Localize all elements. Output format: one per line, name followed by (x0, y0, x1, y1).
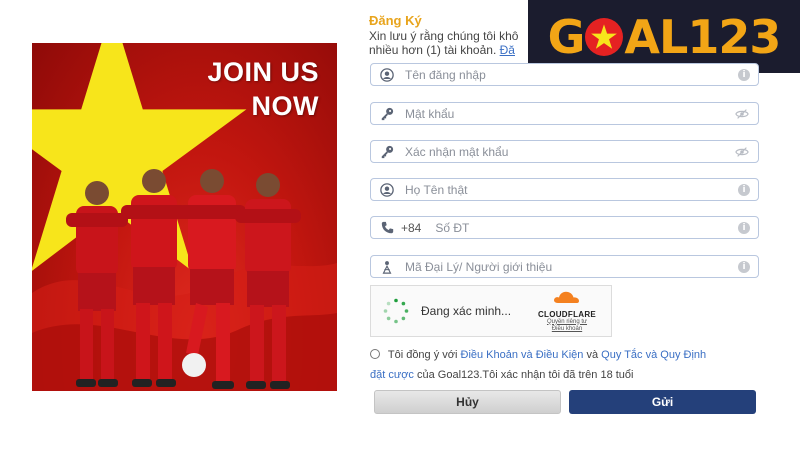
terms-agreement: Tôi đồng ý với Điều Khoản và Điều Kiện v… (370, 345, 720, 385)
logo-text: G AL123 (547, 9, 782, 64)
logo-letter-g: G (547, 9, 586, 64)
register-note-text: nhiều hơn (1) tài khoản. (369, 43, 497, 57)
join-line-1: JOIN US (207, 57, 319, 87)
user-icon (379, 67, 395, 83)
register-note-link[interactable]: Đă (500, 43, 515, 57)
agree-radio[interactable] (370, 349, 380, 359)
cancel-button[interactable]: Hủy (374, 390, 561, 414)
terms-conditions-link[interactable]: Điều Khoản và Điều Kiện (461, 349, 584, 361)
confirm-password-field[interactable]: Xác nhận mật khẩu (370, 140, 759, 163)
cloudflare-brand-text: CLOUDFLARE (537, 309, 597, 319)
agree-and: và (586, 349, 599, 361)
user-icon (379, 182, 395, 198)
referral-icon (379, 259, 395, 275)
promo-banner: JOIN US NOW (32, 43, 337, 391)
info-icon[interactable]: i (738, 260, 750, 273)
logo-star-ball-icon (585, 17, 624, 56)
join-line-2: NOW (251, 91, 319, 121)
register-note-line-1: Xin lưu ý rằng chúng tôi khô (369, 29, 519, 43)
info-icon[interactable]: i (738, 68, 750, 81)
agree-prefix: Tôi đồng ý với (387, 349, 458, 361)
phone-placeholder: Số ĐT (435, 220, 470, 235)
captcha-status: Đang xác minh... (421, 304, 512, 318)
agree-suffix: của Goal123.Tôi xác nhận tôi đã trên 18 … (417, 369, 634, 381)
fullname-placeholder: Họ Tên thật (405, 182, 468, 197)
referral-field[interactable]: Mã Đại Lý/ Người giới thiệu i (370, 255, 759, 278)
cloudflare-branding: CLOUDFLARE Quyền riêng tư Điều khoản (529, 290, 611, 333)
eye-off-icon[interactable] (734, 106, 750, 122)
password-field[interactable]: Mật khẩu (370, 102, 759, 125)
logo-letters-al123: AL123 (624, 9, 781, 64)
key-icon (379, 106, 395, 122)
captcha-privacy-link[interactable]: Quyền riêng tư (529, 319, 605, 326)
spinner-icon (383, 298, 409, 324)
register-title: Đăng Ký (369, 13, 422, 28)
info-icon[interactable]: i (738, 183, 750, 196)
player-figure (235, 173, 301, 389)
phone-field[interactable]: +84 Số ĐT i (370, 216, 759, 239)
username-placeholder: Tên đăng nhập (405, 67, 486, 82)
info-icon[interactable]: i (738, 221, 750, 234)
cloudflare-captcha[interactable]: Đang xác minh... CLOUDFLARE Quyền riêng … (370, 285, 612, 337)
password-placeholder: Mật khẩu (405, 106, 455, 121)
username-field[interactable]: Tên đăng nhập i (370, 63, 759, 86)
confirm-password-placeholder: Xác nhận mật khẩu (405, 144, 509, 159)
register-note-line-2: nhiều hơn (1) tài khoản. Đă (369, 43, 539, 57)
register-note: Xin lưu ý rằng chúng tôi khô nhiều hơn (… (369, 29, 539, 57)
phone-icon (379, 220, 395, 236)
referral-placeholder: Mã Đại Lý/ Người giới thiệu (405, 259, 553, 274)
join-us-headline: JOIN US NOW (207, 55, 319, 123)
key-icon (379, 144, 395, 160)
phone-prefix: +84 (401, 220, 422, 235)
eye-off-icon[interactable] (734, 144, 750, 160)
cloudflare-icon (554, 291, 579, 303)
captcha-terms-link[interactable]: Điều khoản (529, 326, 605, 333)
fullname-field[interactable]: Họ Tên thật i (370, 178, 759, 201)
submit-button[interactable]: Gửi (569, 390, 756, 414)
